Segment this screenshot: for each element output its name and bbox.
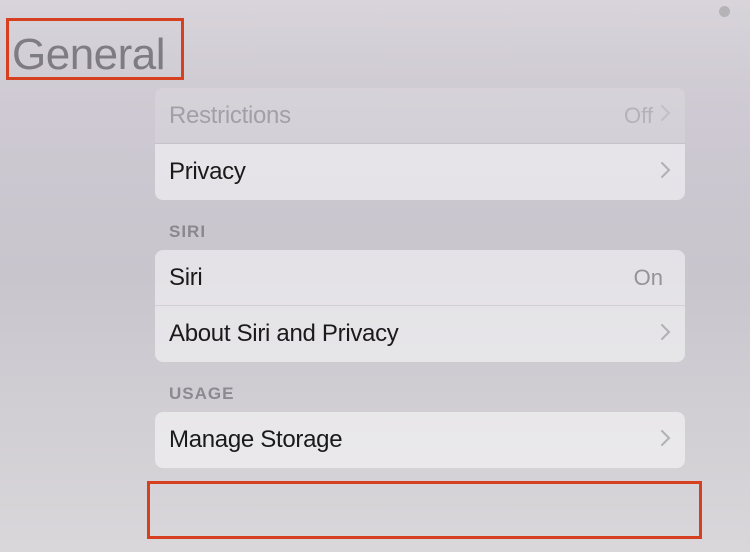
row-value: On (634, 265, 663, 291)
row-label: About Siri and Privacy (169, 320, 399, 348)
row-about-siri-privacy[interactable]: About Siri and Privacy (155, 306, 685, 362)
row-right: On (634, 265, 671, 291)
row-right: Off (624, 103, 671, 129)
chevron-right-icon (661, 323, 671, 346)
settings-group-usage: Manage Storage (155, 412, 685, 468)
annotation-highlight-storage (147, 481, 702, 539)
row-value: Off (624, 103, 653, 129)
row-restrictions[interactable]: Restrictions Off (155, 88, 685, 144)
row-right (661, 323, 671, 346)
chevron-right-icon (661, 161, 671, 184)
page-header: General (0, 0, 750, 88)
row-label: Privacy (169, 158, 246, 186)
row-manage-storage[interactable]: Manage Storage (155, 412, 685, 468)
row-right (661, 161, 671, 184)
row-privacy[interactable]: Privacy (155, 144, 685, 200)
section-header-siri: SIRI (155, 200, 685, 250)
row-label: Siri (169, 264, 202, 292)
row-label: Manage Storage (169, 426, 342, 454)
section-header-usage: USAGE (155, 362, 685, 412)
settings-list: Restrictions Off Privacy SIRI Siri On (0, 88, 750, 468)
chevron-right-icon (661, 104, 671, 127)
page-title: General (12, 30, 738, 80)
settings-group-siri: Siri On About Siri and Privacy (155, 250, 685, 362)
chevron-right-icon (661, 429, 671, 452)
row-label: Restrictions (169, 102, 291, 130)
settings-group-general: Restrictions Off Privacy (155, 88, 685, 200)
row-siri[interactable]: Siri On (155, 250, 685, 306)
row-right (661, 429, 671, 452)
